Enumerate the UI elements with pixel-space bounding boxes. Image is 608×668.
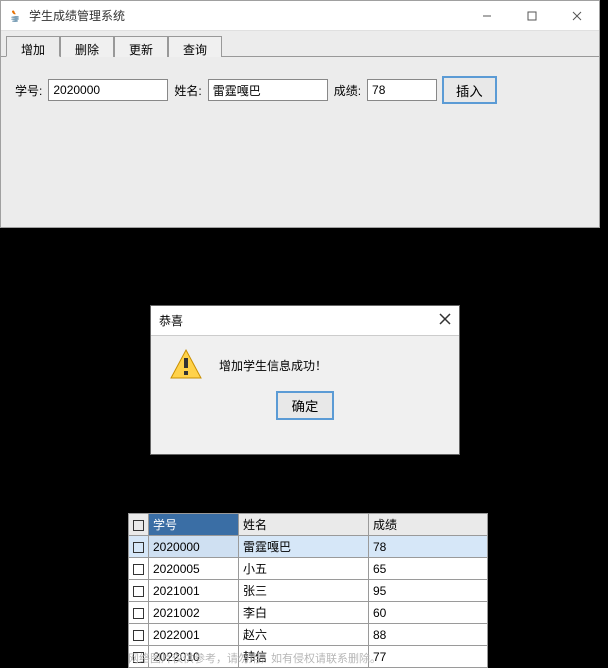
footer-note: 网络图片仅供参考，请勿用，如有侵权请联系删除。 [128, 650, 381, 666]
tab-add[interactable]: 增加 [6, 36, 60, 57]
java-icon [7, 8, 23, 24]
checkbox-icon [133, 608, 144, 619]
dialog-titlebar: 恭喜 [151, 306, 459, 336]
header-checkbox-cell[interactable] [129, 514, 149, 536]
checkbox-icon [133, 630, 144, 641]
checkbox-icon [133, 520, 144, 531]
titlebar: 学生成绩管理系统 [1, 1, 599, 31]
table-row[interactable]: 2021002 李白 60 [129, 602, 488, 624]
header-id[interactable]: 学号 [149, 514, 239, 536]
row-checkbox-cell[interactable] [129, 536, 149, 558]
minimize-button[interactable] [464, 1, 509, 31]
dialog-body: 增加学生信息成功！ [151, 336, 459, 388]
insert-button[interactable]: 插入 [443, 77, 496, 103]
success-dialog: 恭喜 增加学生信息成功！ 确定 [150, 305, 460, 455]
cell-name: 赵六 [239, 624, 369, 646]
dialog-footer: 确定 [151, 388, 459, 419]
row-checkbox-cell[interactable] [129, 580, 149, 602]
row-checkbox-cell[interactable] [129, 602, 149, 624]
name-input[interactable] [208, 79, 328, 101]
table-row[interactable]: 2022001 赵六 88 [129, 624, 488, 646]
cell-name: 小五 [239, 558, 369, 580]
tab-delete[interactable]: 删除 [60, 36, 114, 57]
cell-id: 2021001 [149, 580, 239, 602]
row-checkbox-cell[interactable] [129, 624, 149, 646]
cell-score: 78 [369, 536, 488, 558]
checkbox-icon [133, 586, 144, 597]
id-input[interactable] [48, 79, 168, 101]
cell-id: 2021002 [149, 602, 239, 624]
dialog-title-text: 恭喜 [159, 312, 439, 329]
header-score[interactable]: 成绩 [369, 514, 488, 536]
table-row[interactable]: 2020005 小五 65 [129, 558, 488, 580]
window-title: 学生成绩管理系统 [29, 7, 464, 24]
dialog-ok-button[interactable]: 确定 [277, 392, 334, 419]
checkbox-icon [133, 542, 144, 553]
tab-query[interactable]: 查询 [168, 36, 222, 57]
maximize-button[interactable] [509, 1, 554, 31]
dialog-message: 增加学生信息成功！ [219, 357, 327, 374]
checkbox-icon [133, 564, 144, 575]
cell-id: 2020005 [149, 558, 239, 580]
name-label: 姓名: [174, 82, 201, 99]
tab-bar: 增加 删除 更新 查询 [1, 31, 599, 57]
cell-score: 77 [369, 646, 488, 668]
result-table-wrap: 学号 姓名 成绩 2020000 雷霆嘎巴 78 2020005 小五 65 2… [128, 513, 488, 668]
row-checkbox-cell[interactable] [129, 558, 149, 580]
cell-name: 雷霆嘎巴 [239, 536, 369, 558]
tab-update[interactable]: 更新 [114, 36, 168, 57]
main-window: 学生成绩管理系统 增加 删除 更新 查询 学号: 姓名: 成绩: 插入 [0, 0, 600, 228]
form-row: 学号: 姓名: 成绩: 插入 [1, 57, 599, 123]
dialog-close-icon[interactable] [439, 313, 451, 328]
table-row[interactable]: 2021001 张三 95 [129, 580, 488, 602]
score-label: 成绩: [334, 82, 361, 99]
header-name[interactable]: 姓名 [239, 514, 369, 536]
table-row[interactable]: 2020000 雷霆嘎巴 78 [129, 536, 488, 558]
cell-id: 2022001 [149, 624, 239, 646]
score-input[interactable] [367, 79, 437, 101]
warning-icon [169, 348, 203, 382]
cell-name: 李白 [239, 602, 369, 624]
cell-id: 2020000 [149, 536, 239, 558]
cell-score: 65 [369, 558, 488, 580]
id-label: 学号: [15, 82, 42, 99]
cell-score: 88 [369, 624, 488, 646]
result-table: 学号 姓名 成绩 2020000 雷霆嘎巴 78 2020005 小五 65 2… [128, 513, 488, 668]
cell-name: 张三 [239, 580, 369, 602]
cell-score: 95 [369, 580, 488, 602]
cell-score: 60 [369, 602, 488, 624]
close-button[interactable] [554, 1, 599, 31]
window-controls [464, 1, 599, 30]
